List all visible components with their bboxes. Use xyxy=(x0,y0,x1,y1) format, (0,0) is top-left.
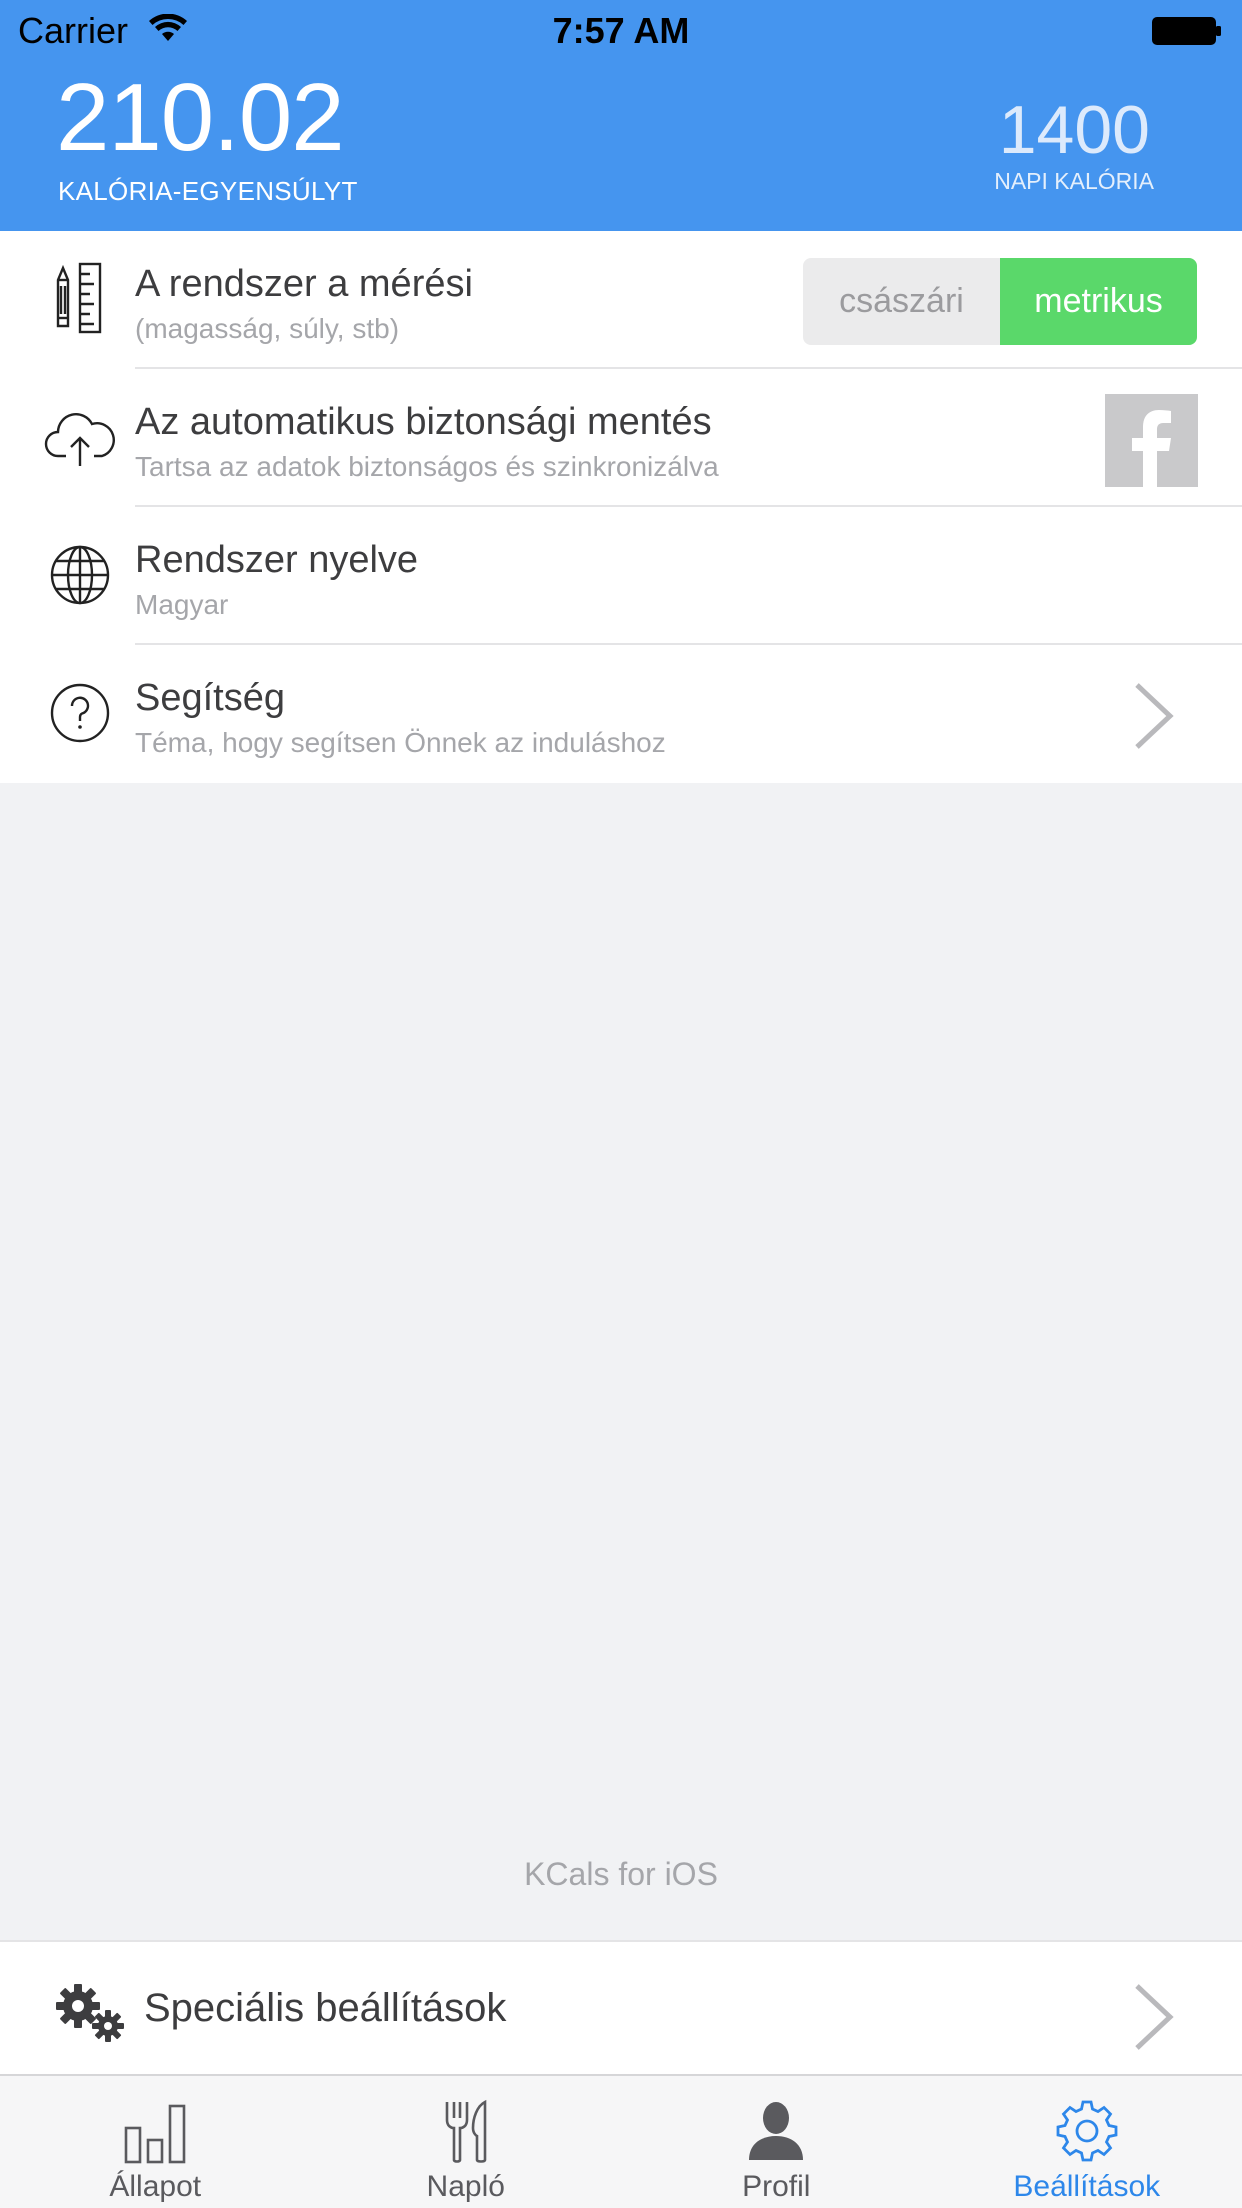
advanced-settings-label: Speciális beállítások xyxy=(144,1986,507,2030)
calorie-balance-label: KALÓRIA-EGYENSÚLYT xyxy=(58,176,358,206)
tab-profile[interactable]: Profil xyxy=(621,2076,932,2208)
daily-calorie-value: 1400 xyxy=(998,92,1150,168)
bar-chart-icon xyxy=(124,2104,186,2164)
language-title: Rendszer nyelve xyxy=(135,539,419,581)
globe-icon xyxy=(50,545,110,605)
tab-label: Állapot xyxy=(109,2170,202,2203)
metric-option[interactable]: metrikus xyxy=(1000,258,1197,345)
imperial-option[interactable]: császári xyxy=(803,258,1000,345)
backup-title: Az automatikus biztonsági mentés xyxy=(135,401,712,443)
tab-label: Profil xyxy=(742,2170,811,2203)
header: Carrier 7:57 AM 210.02 KALÓRIA-EGYENSÚLY… xyxy=(0,0,1242,231)
language-value: Magyar xyxy=(135,589,229,620)
person-icon xyxy=(749,2102,804,2160)
settings-list: A rendszer a mérési (magasság, súly, stb… xyxy=(0,231,1242,783)
gear-icon xyxy=(1056,2100,1118,2162)
help-title: Segítség xyxy=(135,677,285,719)
tab-diary[interactable]: Napló xyxy=(311,2076,622,2208)
app-name-label: KCals for iOS xyxy=(524,1856,718,1892)
help-subtitle: Téma, hogy segítsen Önnek az induláshoz xyxy=(135,727,666,758)
chevron-right-icon xyxy=(1135,683,1174,749)
status-bar: Carrier 7:57 AM xyxy=(0,0,1242,60)
tab-label: Beállítások xyxy=(1013,2170,1161,2203)
daily-calorie-label: NAPI KALÓRIA xyxy=(994,168,1154,194)
backup-setting-row: Az automatikus biztonsági mentés Tartsa … xyxy=(0,369,1242,507)
units-subtitle: (magasság, súly, stb) xyxy=(135,313,400,344)
help-setting-row[interactable]: Segítség Téma, hogy segítsen Önnek az in… xyxy=(0,645,1242,783)
language-setting-row[interactable]: Rendszer nyelve Magyar xyxy=(0,507,1242,645)
ruler-pencil-icon xyxy=(56,262,102,334)
advanced-settings-row[interactable]: Speciális beállítások xyxy=(0,1940,1242,2074)
units-setting-row: A rendszer a mérési (magasság, súly, stb… xyxy=(0,231,1242,369)
calorie-balance-value: 210.02 xyxy=(56,64,345,171)
question-icon xyxy=(50,683,110,743)
gears-icon xyxy=(56,1984,124,2042)
tab-bar: Állapot Napló Profil Beállítások xyxy=(0,2074,1242,2208)
facebook-backup-button[interactable] xyxy=(1105,394,1198,487)
facebook-icon xyxy=(1132,410,1171,487)
backup-subtitle: Tartsa az adatok biztonságos és szinkron… xyxy=(135,451,719,482)
fork-knife-icon xyxy=(445,2099,487,2163)
clock: 7:57 AM xyxy=(552,10,690,51)
cloud-upload-icon xyxy=(44,413,115,466)
battery-icon xyxy=(1152,17,1221,45)
tab-label: Napló xyxy=(426,2170,505,2203)
unit-toggle: császári metrikus xyxy=(803,258,1197,345)
chevron-right-icon xyxy=(1135,1984,1174,2050)
tab-status[interactable]: Állapot xyxy=(0,2076,311,2208)
tab-settings[interactable]: Beállítások xyxy=(932,2076,1242,2208)
units-title: A rendszer a mérési xyxy=(135,263,473,305)
